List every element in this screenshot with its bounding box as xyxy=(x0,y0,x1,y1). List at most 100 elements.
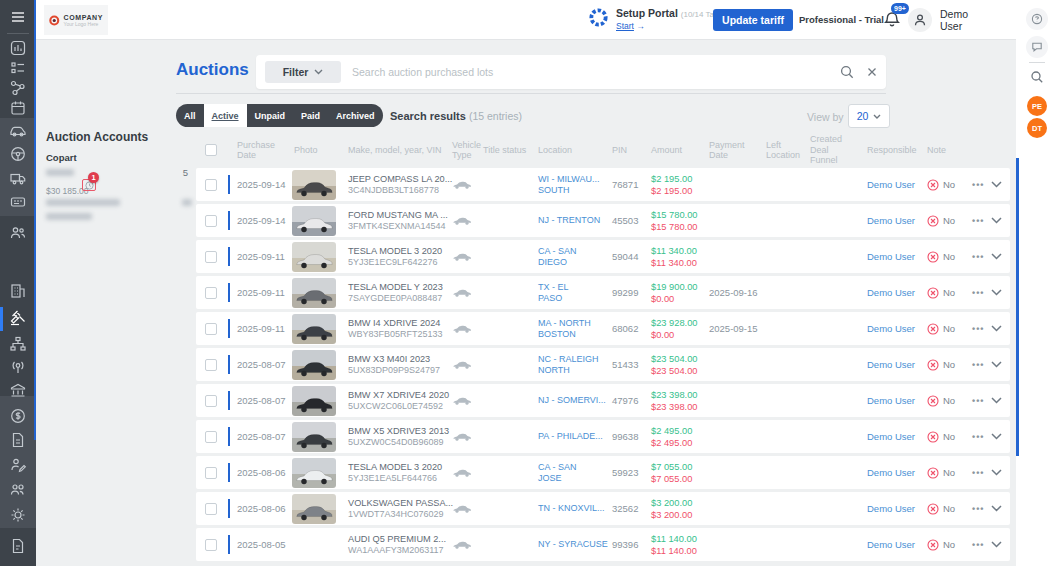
vehicle-make-model[interactable]: FORD MUSTANG MA ... xyxy=(348,210,444,220)
account-name-redacted[interactable] xyxy=(46,169,74,176)
pe-shortcut-button[interactable]: PE xyxy=(1027,96,1047,116)
truck-icon[interactable] xyxy=(0,167,36,189)
vehicle-make-model[interactable]: JEEP COMPASS LA 20... xyxy=(348,174,444,184)
table-row[interactable]: 2025-08-07 BMW X5 XDRIVE3 2013 5UXZW0C54… xyxy=(196,420,1010,453)
broadcast-icon[interactable] xyxy=(0,356,36,378)
setup-start-link[interactable]: Start xyxy=(616,21,634,31)
row-expand-button[interactable] xyxy=(982,541,1010,548)
responsible-link[interactable]: Demo User xyxy=(854,215,914,226)
table-row[interactable]: 2025-09-11 BMW I4 XDRIVE 2024 WBY83FB05R… xyxy=(196,312,1010,345)
vehicle-photo[interactable] xyxy=(292,422,336,452)
location-link[interactable]: NJ - SOMERVI... xyxy=(532,395,598,406)
vehicle-make-model[interactable]: TESLA MODEL 3 2020 xyxy=(348,246,444,256)
bank-icon[interactable] xyxy=(0,379,36,401)
col-purchase-date[interactable]: Purchase Date xyxy=(230,134,288,166)
vehicle-photo[interactable] xyxy=(292,206,336,236)
table-scrollbar[interactable] xyxy=(1016,158,1019,456)
manager-icon[interactable] xyxy=(0,454,36,476)
row-expand-button[interactable] xyxy=(982,289,1010,296)
row-checkbox[interactable] xyxy=(205,467,217,479)
sidebar-scrollbar[interactable] xyxy=(34,0,36,440)
vehicle-photo[interactable] xyxy=(292,494,336,524)
location-link[interactable]: NC - RALEIGHNORTH xyxy=(532,354,598,376)
row-checkbox[interactable] xyxy=(205,179,217,191)
location-link[interactable]: TX - ELPASO xyxy=(532,282,598,304)
col-note[interactable]: Note xyxy=(914,134,960,166)
row-checkbox[interactable] xyxy=(205,215,217,227)
row-expand-button[interactable] xyxy=(982,181,1010,188)
row-expand-button[interactable] xyxy=(982,469,1010,476)
select-all-checkbox[interactable] xyxy=(205,144,217,156)
vehicle-make-model[interactable]: BMW X3 M40I 2023 xyxy=(348,354,444,364)
tab-active[interactable]: Active xyxy=(204,104,247,127)
col-pin[interactable]: PIN xyxy=(598,134,638,166)
row-menu-button[interactable]: ••• xyxy=(960,432,982,442)
user-name[interactable]: DemoUser xyxy=(940,8,968,32)
table-row[interactable]: 2025-09-14 JEEP COMPASS LA 20... 3C4NJDB… xyxy=(196,168,1010,201)
col-responsible[interactable]: Responsible xyxy=(854,134,914,166)
tasks-icon[interactable] xyxy=(0,57,36,79)
col-title-status[interactable]: Title status xyxy=(481,134,532,166)
row-expand-button[interactable] xyxy=(982,325,1010,332)
vehicle-photo[interactable] xyxy=(292,278,336,308)
row-checkbox[interactable] xyxy=(205,359,217,371)
tab-all[interactable]: All xyxy=(176,104,204,127)
table-row[interactable]: 2025-08-07 BMW X3 M40I 2023 5UX83DP09P9S… xyxy=(196,348,1010,381)
table-row[interactable]: 2025-08-05 AUDI Q5 PREMIUM 2... WA1AAAFY… xyxy=(196,528,1010,561)
col-payment-date[interactable]: Payment Date xyxy=(696,134,753,166)
row-menu-button[interactable]: ••• xyxy=(960,288,982,298)
responsible-link[interactable]: Demo User xyxy=(854,431,914,442)
documents-icon[interactable] xyxy=(0,429,36,451)
team-icon[interactable] xyxy=(0,479,36,501)
responsible-link[interactable]: Demo User xyxy=(854,251,914,262)
vehicle-make-model[interactable]: TESLA MODEL Y 2023 xyxy=(348,282,444,292)
tab-archived[interactable]: Archived xyxy=(328,104,383,127)
row-menu-button[interactable]: ••• xyxy=(960,360,982,370)
row-expand-button[interactable] xyxy=(982,397,1010,404)
location-link[interactable]: TN - KNOXVIL... xyxy=(532,503,598,514)
row-menu-button[interactable]: ••• xyxy=(960,216,982,226)
row-menu-button[interactable]: ••• xyxy=(960,540,982,550)
dt-shortcut-button[interactable]: DT xyxy=(1027,118,1047,138)
vehicle-photo[interactable] xyxy=(292,458,336,488)
row-checkbox[interactable] xyxy=(205,503,217,515)
auction-provider[interactable]: Copart xyxy=(46,152,196,163)
help-icon[interactable] xyxy=(1026,8,1048,30)
row-checkbox[interactable] xyxy=(205,287,217,299)
row-expand-button[interactable] xyxy=(982,217,1010,224)
responsible-link[interactable]: Demo User xyxy=(854,503,914,514)
vehicle-photo[interactable] xyxy=(292,314,336,344)
row-menu-button[interactable]: ••• xyxy=(960,324,982,334)
row-checkbox[interactable] xyxy=(205,431,217,443)
location-link[interactable]: CA - SANDIEGO xyxy=(532,246,598,268)
calendar-icon[interactable] xyxy=(0,97,36,119)
clear-search-icon[interactable] xyxy=(864,64,880,80)
responsible-link[interactable]: Demo User xyxy=(854,287,914,298)
steering-wheel-icon[interactable] xyxy=(0,143,36,165)
row-checkbox[interactable] xyxy=(205,395,217,407)
location-link[interactable]: WI - MILWAU...SOUTH xyxy=(532,174,598,196)
row-expand-button[interactable] xyxy=(982,505,1010,512)
row-menu-button[interactable]: ••• xyxy=(960,180,982,190)
car-auction-icon[interactable] xyxy=(0,119,36,141)
responsible-link[interactable]: Demo User xyxy=(854,179,914,190)
auctions-icon[interactable] xyxy=(0,307,36,329)
location-link[interactable]: MA - NORTHBOSTON xyxy=(532,318,598,340)
row-menu-button[interactable]: ••• xyxy=(960,504,982,514)
col-amount[interactable]: Amount xyxy=(638,134,696,166)
col-make[interactable]: Make, model, year, VIN xyxy=(342,134,444,166)
vehicle-make-model[interactable]: BMW X7 XDRIVE4 2020 xyxy=(348,390,444,400)
table-row[interactable]: 2025-08-06 VOLKSWAGEN PASSA... 1VWDT7A34… xyxy=(196,492,1010,525)
account-email-redacted[interactable] xyxy=(46,199,120,206)
vehicle-make-model[interactable]: VOLKSWAGEN PASSA... xyxy=(348,498,444,508)
row-checkbox[interactable] xyxy=(205,323,217,335)
company-icon[interactable] xyxy=(0,280,36,302)
responsible-link[interactable]: Demo User xyxy=(854,395,914,406)
location-link[interactable]: NY - SYRACUSE xyxy=(532,539,598,550)
table-row[interactable]: 2025-09-11 TESLA MODEL Y 2023 7SAYGDEE0P… xyxy=(196,276,1010,309)
table-row[interactable]: 2025-08-06 TESLA MODEL 3 2020 5YJ3E1EA5L… xyxy=(196,456,1010,489)
integrations-icon[interactable] xyxy=(0,77,36,99)
filter-button[interactable]: Filter xyxy=(265,61,341,83)
location-link[interactable]: PA - PHILADE... xyxy=(532,431,598,442)
responsible-link[interactable]: Demo User xyxy=(854,467,914,478)
